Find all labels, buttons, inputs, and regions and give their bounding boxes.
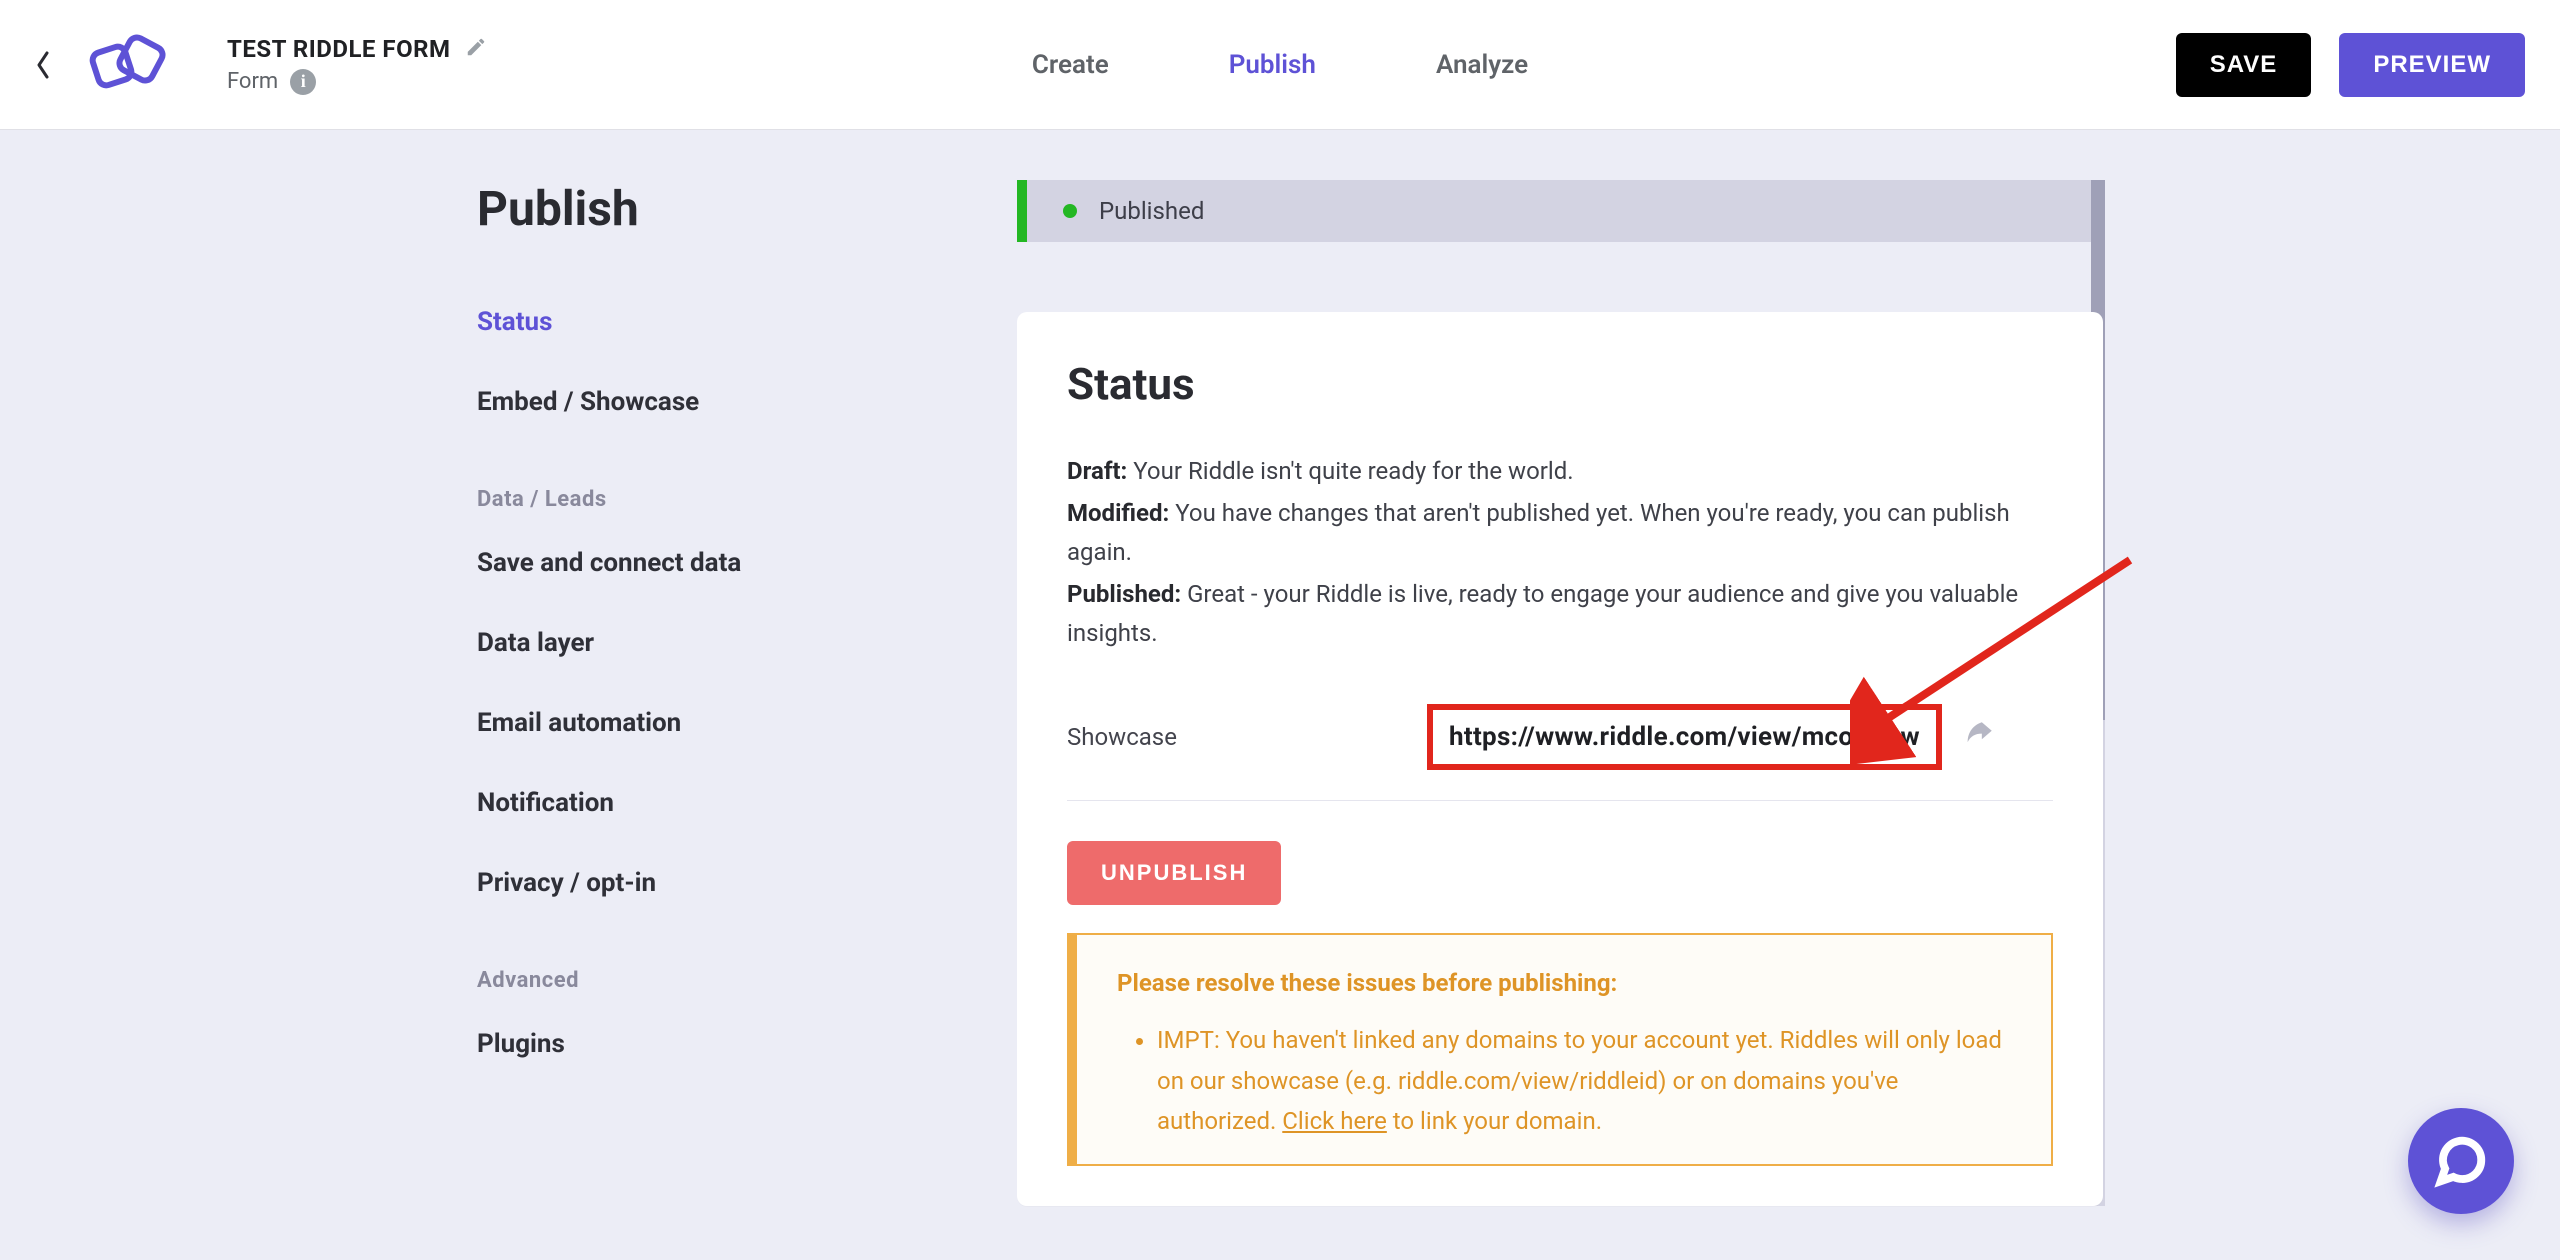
app-logo-icon[interactable] [81, 31, 177, 99]
warning-item: IMPT: You haven't linked any domains to … [1157, 1020, 2011, 1142]
content-type-label: Form [227, 69, 278, 94]
published-description: Published: Great - your Riddle is live, … [1067, 575, 2053, 652]
save-button[interactable]: SAVE [2176, 33, 2312, 97]
showcase-url[interactable]: https://www.riddle.com/view/mcojIDow [1427, 704, 1942, 770]
warning-box: Please resolve these issues before publi… [1067, 933, 2053, 1166]
sidebar-item-notification[interactable]: Notification [477, 788, 977, 818]
sidebar-heading: Publish [477, 180, 977, 237]
header-bar: TEST RIDDLE FORM Form i Create Publish A… [0, 0, 2560, 130]
tab-publish[interactable]: Publish [1229, 50, 1316, 80]
share-icon[interactable] [1962, 718, 1996, 756]
edit-title-icon[interactable] [465, 36, 487, 62]
back-icon[interactable] [35, 51, 51, 79]
sidebar-item-privacy[interactable]: Privacy / opt-in [477, 868, 977, 898]
sidebar-item-embed[interactable]: Embed / Showcase [477, 387, 977, 417]
chat-support-button[interactable] [2408, 1108, 2514, 1214]
sidebar-item-email-automation[interactable]: Email automation [477, 708, 977, 738]
sidebar: Publish Status Embed / Showcase Data / L… [457, 180, 977, 1206]
card-title: Status [1067, 358, 2053, 410]
showcase-row: Showcase https://www.riddle.com/view/mco… [1067, 704, 2053, 801]
main-panel: Published Status Draft: Your Riddle isn'… [1017, 180, 2103, 1206]
sidebar-item-save-data[interactable]: Save and connect data [477, 548, 977, 578]
showcase-label: Showcase [1067, 723, 1427, 751]
header-left: TEST RIDDLE FORM Form i [35, 31, 487, 99]
header-tabs: Create Publish Analyze [1032, 50, 1528, 80]
sidebar-section-advanced: Advanced [477, 968, 977, 993]
unpublish-button[interactable]: UNPUBLISH [1067, 841, 1281, 905]
preview-button[interactable]: PREVIEW [2339, 33, 2525, 97]
title-block: TEST RIDDLE FORM Form i [227, 35, 487, 95]
sidebar-item-status[interactable]: Status [477, 307, 977, 337]
publish-status-banner: Published [1017, 180, 2103, 242]
tab-create[interactable]: Create [1032, 50, 1109, 80]
modified-description: Modified: You have changes that aren't p… [1067, 494, 2053, 571]
info-icon[interactable]: i [290, 69, 316, 95]
warning-title: Please resolve these issues before publi… [1117, 963, 2011, 1004]
sidebar-item-data-layer[interactable]: Data layer [477, 628, 977, 658]
status-dot-icon [1063, 204, 1077, 218]
tab-analyze[interactable]: Analyze [1436, 50, 1528, 80]
sidebar-item-plugins[interactable]: Plugins [477, 1029, 977, 1059]
page-title: TEST RIDDLE FORM [227, 35, 451, 63]
sidebar-section-data: Data / Leads [477, 487, 977, 512]
warning-link[interactable]: Click here [1282, 1107, 1387, 1135]
status-card: Status Draft: Your Riddle isn't quite re… [1017, 312, 2103, 1206]
draft-description: Draft: Your Riddle isn't quite ready for… [1067, 452, 2053, 490]
status-banner-label: Published [1099, 197, 1204, 225]
